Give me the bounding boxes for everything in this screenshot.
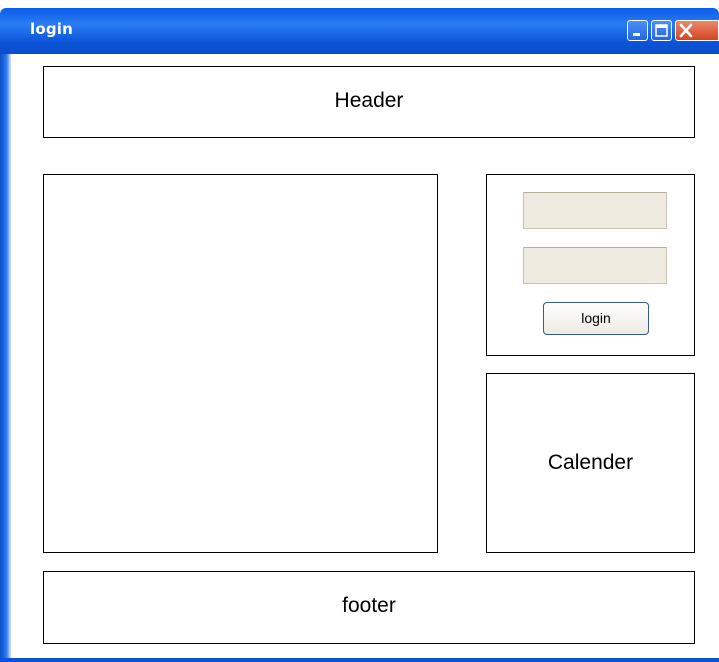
calendar-panel: Calender — [486, 373, 695, 553]
header-label: Header — [334, 89, 404, 112]
login-button[interactable]: login — [543, 302, 649, 335]
close-icon — [679, 23, 693, 38]
close-button[interactable] — [675, 20, 719, 41]
title-bar[interactable]: login — [0, 8, 719, 54]
calendar-label: Calender — [547, 451, 634, 474]
footer-panel: footer — [43, 571, 695, 644]
minimize-button[interactable] — [627, 20, 648, 41]
header-panel: Header — [43, 66, 695, 138]
maximize-button[interactable] — [651, 20, 672, 41]
username-field[interactable] — [523, 192, 667, 229]
footer-label: footer — [342, 594, 396, 617]
window-left-border — [0, 54, 11, 662]
login-panel: login — [486, 174, 695, 356]
window-bottom-border — [0, 658, 719, 662]
password-field[interactable] — [523, 247, 667, 284]
maximize-icon — [655, 24, 668, 37]
minimize-icon — [633, 33, 640, 36]
app-window: login Header login Calender footer — [0, 8, 719, 662]
window-title: login — [30, 20, 74, 38]
main-content-panel — [43, 174, 438, 553]
